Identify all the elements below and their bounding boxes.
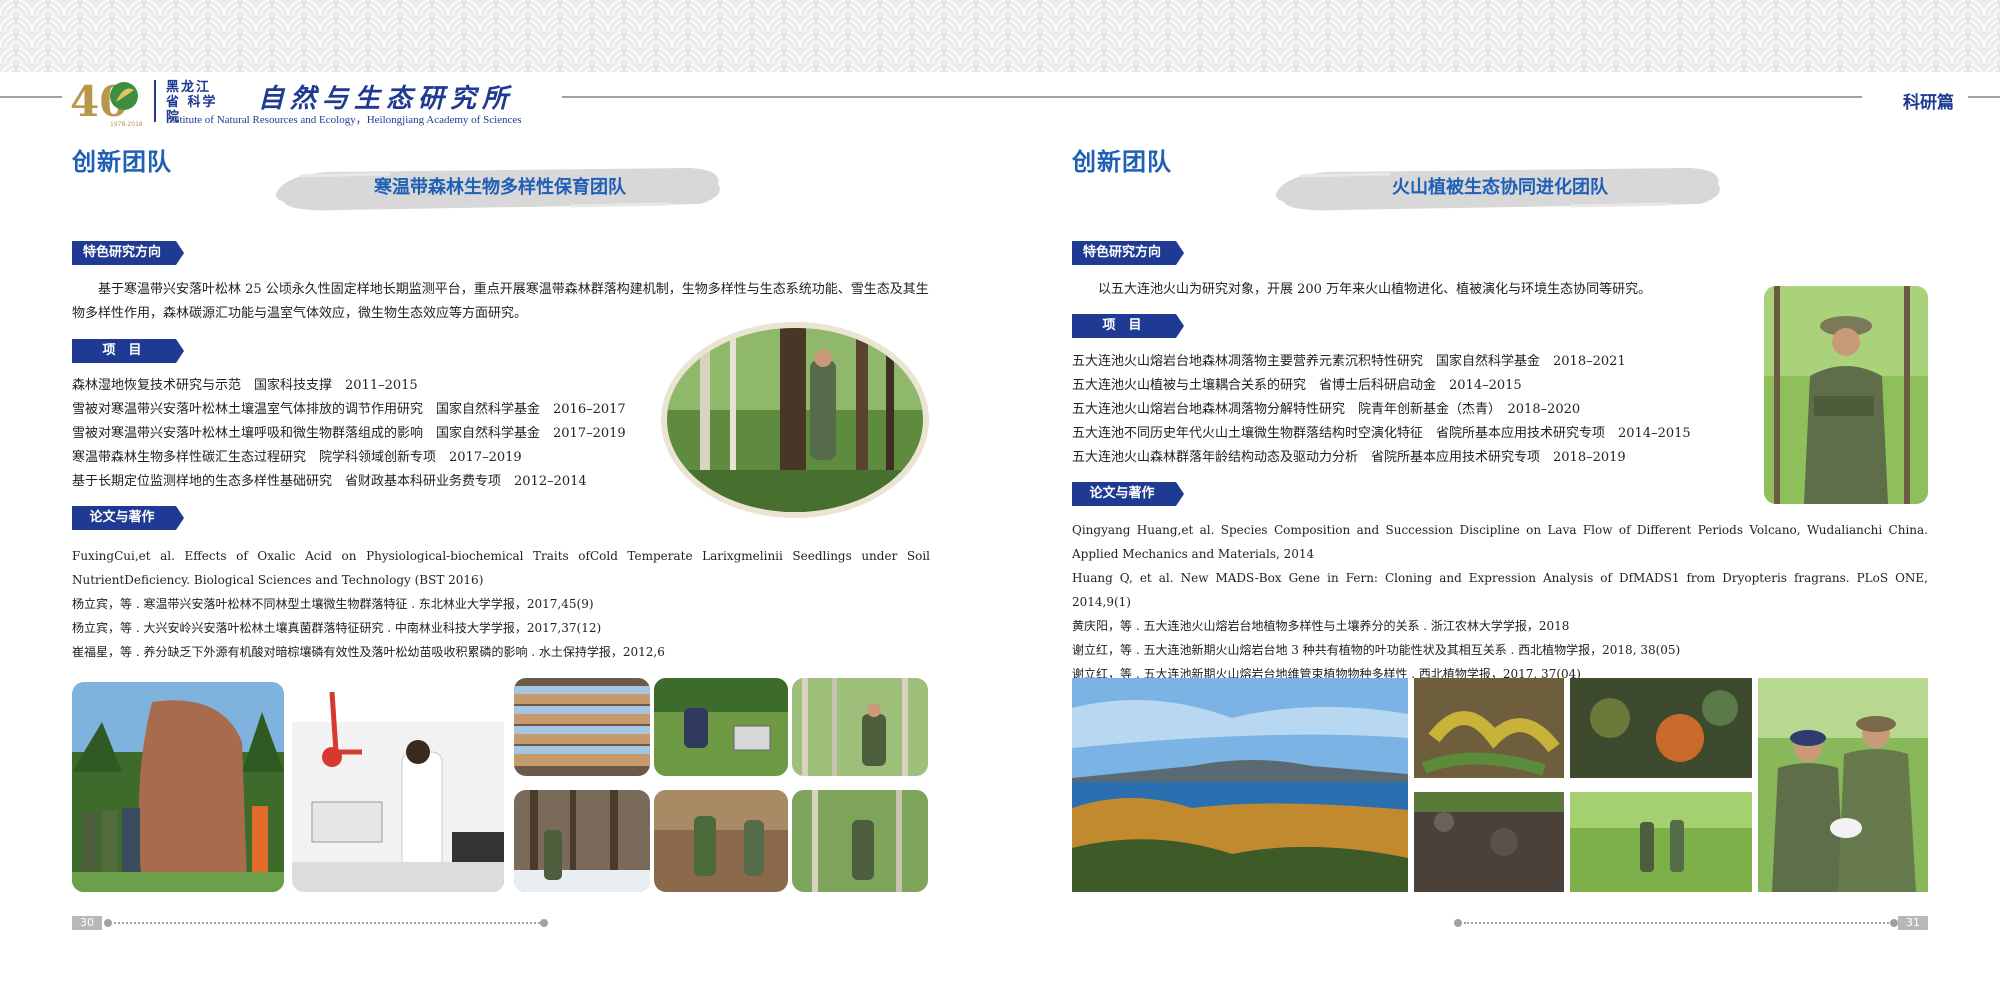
list-item: Qingyang Huang,et al. Species Compositio… xyxy=(1072,523,1928,561)
list-item: 杨立宾，等 . 寒温带兴安落叶松林不同林型土壤微生物群落特征 . 东北林业大学学… xyxy=(72,597,594,611)
list-item: 五大连池火山熔岩台地森林凋落物主要营养元素沉积特性研究 国家自然科学基金 201… xyxy=(1072,354,1626,369)
header-rule-middle xyxy=(562,96,1862,98)
left-research-text: 基于寒温带兴安落叶松林 25 公顷永久性固定样地长期监测平台，重点开展寒温带森林… xyxy=(72,282,929,321)
section-tag: 科研篇 xyxy=(1903,93,1954,113)
list-item: 黄庆阳，等 . 五大连池火山熔岩台地植物多样性与土壤养分的关系 . 浙江农林大学… xyxy=(1072,619,1570,633)
logo-divider xyxy=(154,80,156,122)
field-sampling-photo-4 xyxy=(792,790,928,892)
list-item: 五大连池不同历史年代火山土壤微生物群落结构时空演化特征 省院所基本应用技术研究专… xyxy=(1072,426,1691,441)
anniversary-logo: 40 1978-2018 xyxy=(70,76,143,128)
lava-plants-photo-2 xyxy=(1570,678,1752,778)
list-item: Huang Q, et al. New MADS-Box Gene in Fer… xyxy=(1072,571,1928,609)
wood-samples-photo xyxy=(514,678,650,776)
header-rule-left xyxy=(0,96,62,98)
left-project-list: 森林湿地恢复技术研究与示范 国家科技支撑 2011–2015 雪被对寒温带兴安落… xyxy=(72,374,672,494)
right-research-label: 特色研究方向 xyxy=(1072,241,1184,265)
footer-dot xyxy=(104,919,112,927)
footer-dot xyxy=(1454,919,1462,927)
field-sampling-photo-1 xyxy=(654,678,788,776)
left-team-banner: 寒温带森林生物多样性保育团队 xyxy=(270,160,730,216)
left-footer-dotted-rule xyxy=(114,922,540,924)
list-item: 基于长期定位监测样地的生态多样性基础研究 省财政基本科研业务费专项 2012–2… xyxy=(72,474,587,489)
lava-rock-photo xyxy=(1414,792,1564,892)
left-page-title: 创新团队 xyxy=(72,148,172,176)
list-item: 寒温带森林生物多样性碳汇生态过程研究 院学科领域创新专项 2017–2019 xyxy=(72,450,522,465)
team-group-photo xyxy=(72,682,284,892)
header-rule-right xyxy=(1968,96,2000,98)
right-project-list: 五大连池火山熔岩台地森林凋落物主要营养元素沉积特性研究 国家自然科学基金 201… xyxy=(1072,350,1752,470)
field-sampling-photo-2 xyxy=(792,678,928,776)
left-publication-list: FuxingCui,et al. Effects of Oxalic Acid … xyxy=(72,544,930,664)
org-name-calligraphy: 自然与生态研究所 xyxy=(258,84,515,114)
footer-dot xyxy=(1890,919,1898,927)
right-projects-label: 项 目 xyxy=(1072,314,1184,338)
left-projects-label: 项 目 xyxy=(72,339,184,363)
right-publication-list: Qingyang Huang,et al. Species Compositio… xyxy=(1072,518,1928,686)
wave-pattern-band xyxy=(0,0,2000,72)
lab-photo xyxy=(292,682,504,892)
left-publications-label: 论文与著作 xyxy=(72,506,184,530)
right-page-number: 31 xyxy=(1898,916,1928,930)
right-team-name: 火山植被生态协同进化团队 xyxy=(1392,177,1608,198)
org-name-english: Institute of Natural Resources and Ecolo… xyxy=(166,114,522,126)
list-item: 雪被对寒温带兴安落叶松林土壤呼吸和微生物群落组成的影响 国家自然科学基金 201… xyxy=(72,426,626,441)
list-item: 谢立红，等 . 五大连池新期火山熔岩台地 3 种共有植物的叶功能性状及其相互关系… xyxy=(1072,643,1681,657)
researchers-sampling-photo xyxy=(1758,678,1928,892)
list-item: 五大连池火山熔岩台地森林凋落物分解特性研究 院青年创新基金（杰青） 2018–2… xyxy=(1072,402,1581,417)
lava-forest-photo xyxy=(1570,792,1752,892)
lava-plants-photo-1 xyxy=(1414,678,1564,778)
list-item: 杨立宾，等 . 大兴安岭兴安落叶松林土壤真菌群落特征研究 . 中南林业科技大学学… xyxy=(72,621,602,635)
field-sampling-photo-3 xyxy=(654,790,788,892)
snow-forest-photo xyxy=(514,790,650,892)
list-item: FuxingCui,et al. Effects of Oxalic Acid … xyxy=(72,549,930,587)
right-publications-label: 论文与著作 xyxy=(1072,482,1184,506)
list-item: 森林湿地恢复技术研究与示范 国家科技支撑 2011–2015 xyxy=(72,378,418,393)
left-research-label: 特色研究方向 xyxy=(72,241,184,265)
right-research-text: 以五大连池火山为研究对象，开展 200 万年来火山植物进化、植被演化与环境生态协… xyxy=(1098,282,1652,297)
logo-years: 1978-2018 xyxy=(110,121,142,128)
left-team-name: 寒温带森林生物多样性保育团队 xyxy=(374,177,626,198)
right-team-banner: 火山植被生态协同进化团队 xyxy=(1270,160,1730,216)
list-item: 雪被对寒温带兴安落叶松林土壤温室气体排放的调节作用研究 国家自然科学基金 201… xyxy=(72,402,626,417)
left-page-number: 30 xyxy=(72,916,102,930)
footer-dot xyxy=(540,919,548,927)
right-page-title: 创新团队 xyxy=(1072,148,1172,176)
list-item: 五大连池火山植被与土壤耦合关系的研究 省博士后科研启动金 2014–2015 xyxy=(1072,378,1522,393)
researcher-portrait-photo xyxy=(1764,286,1928,504)
list-item: 五大连池火山森林群落年龄结构动态及驱动力分析 省院所基本应用技术研究专项 201… xyxy=(1072,450,1626,465)
forest-researcher-photo xyxy=(660,320,930,520)
right-footer-dotted-rule xyxy=(1464,922,1892,924)
volcano-lake-photo xyxy=(1072,678,1408,892)
list-item: 崔福星，等 . 养分缺乏下外源有机酸对暗棕壤磷有效性及落叶松幼苗吸收积累磷的影响… xyxy=(72,645,665,659)
